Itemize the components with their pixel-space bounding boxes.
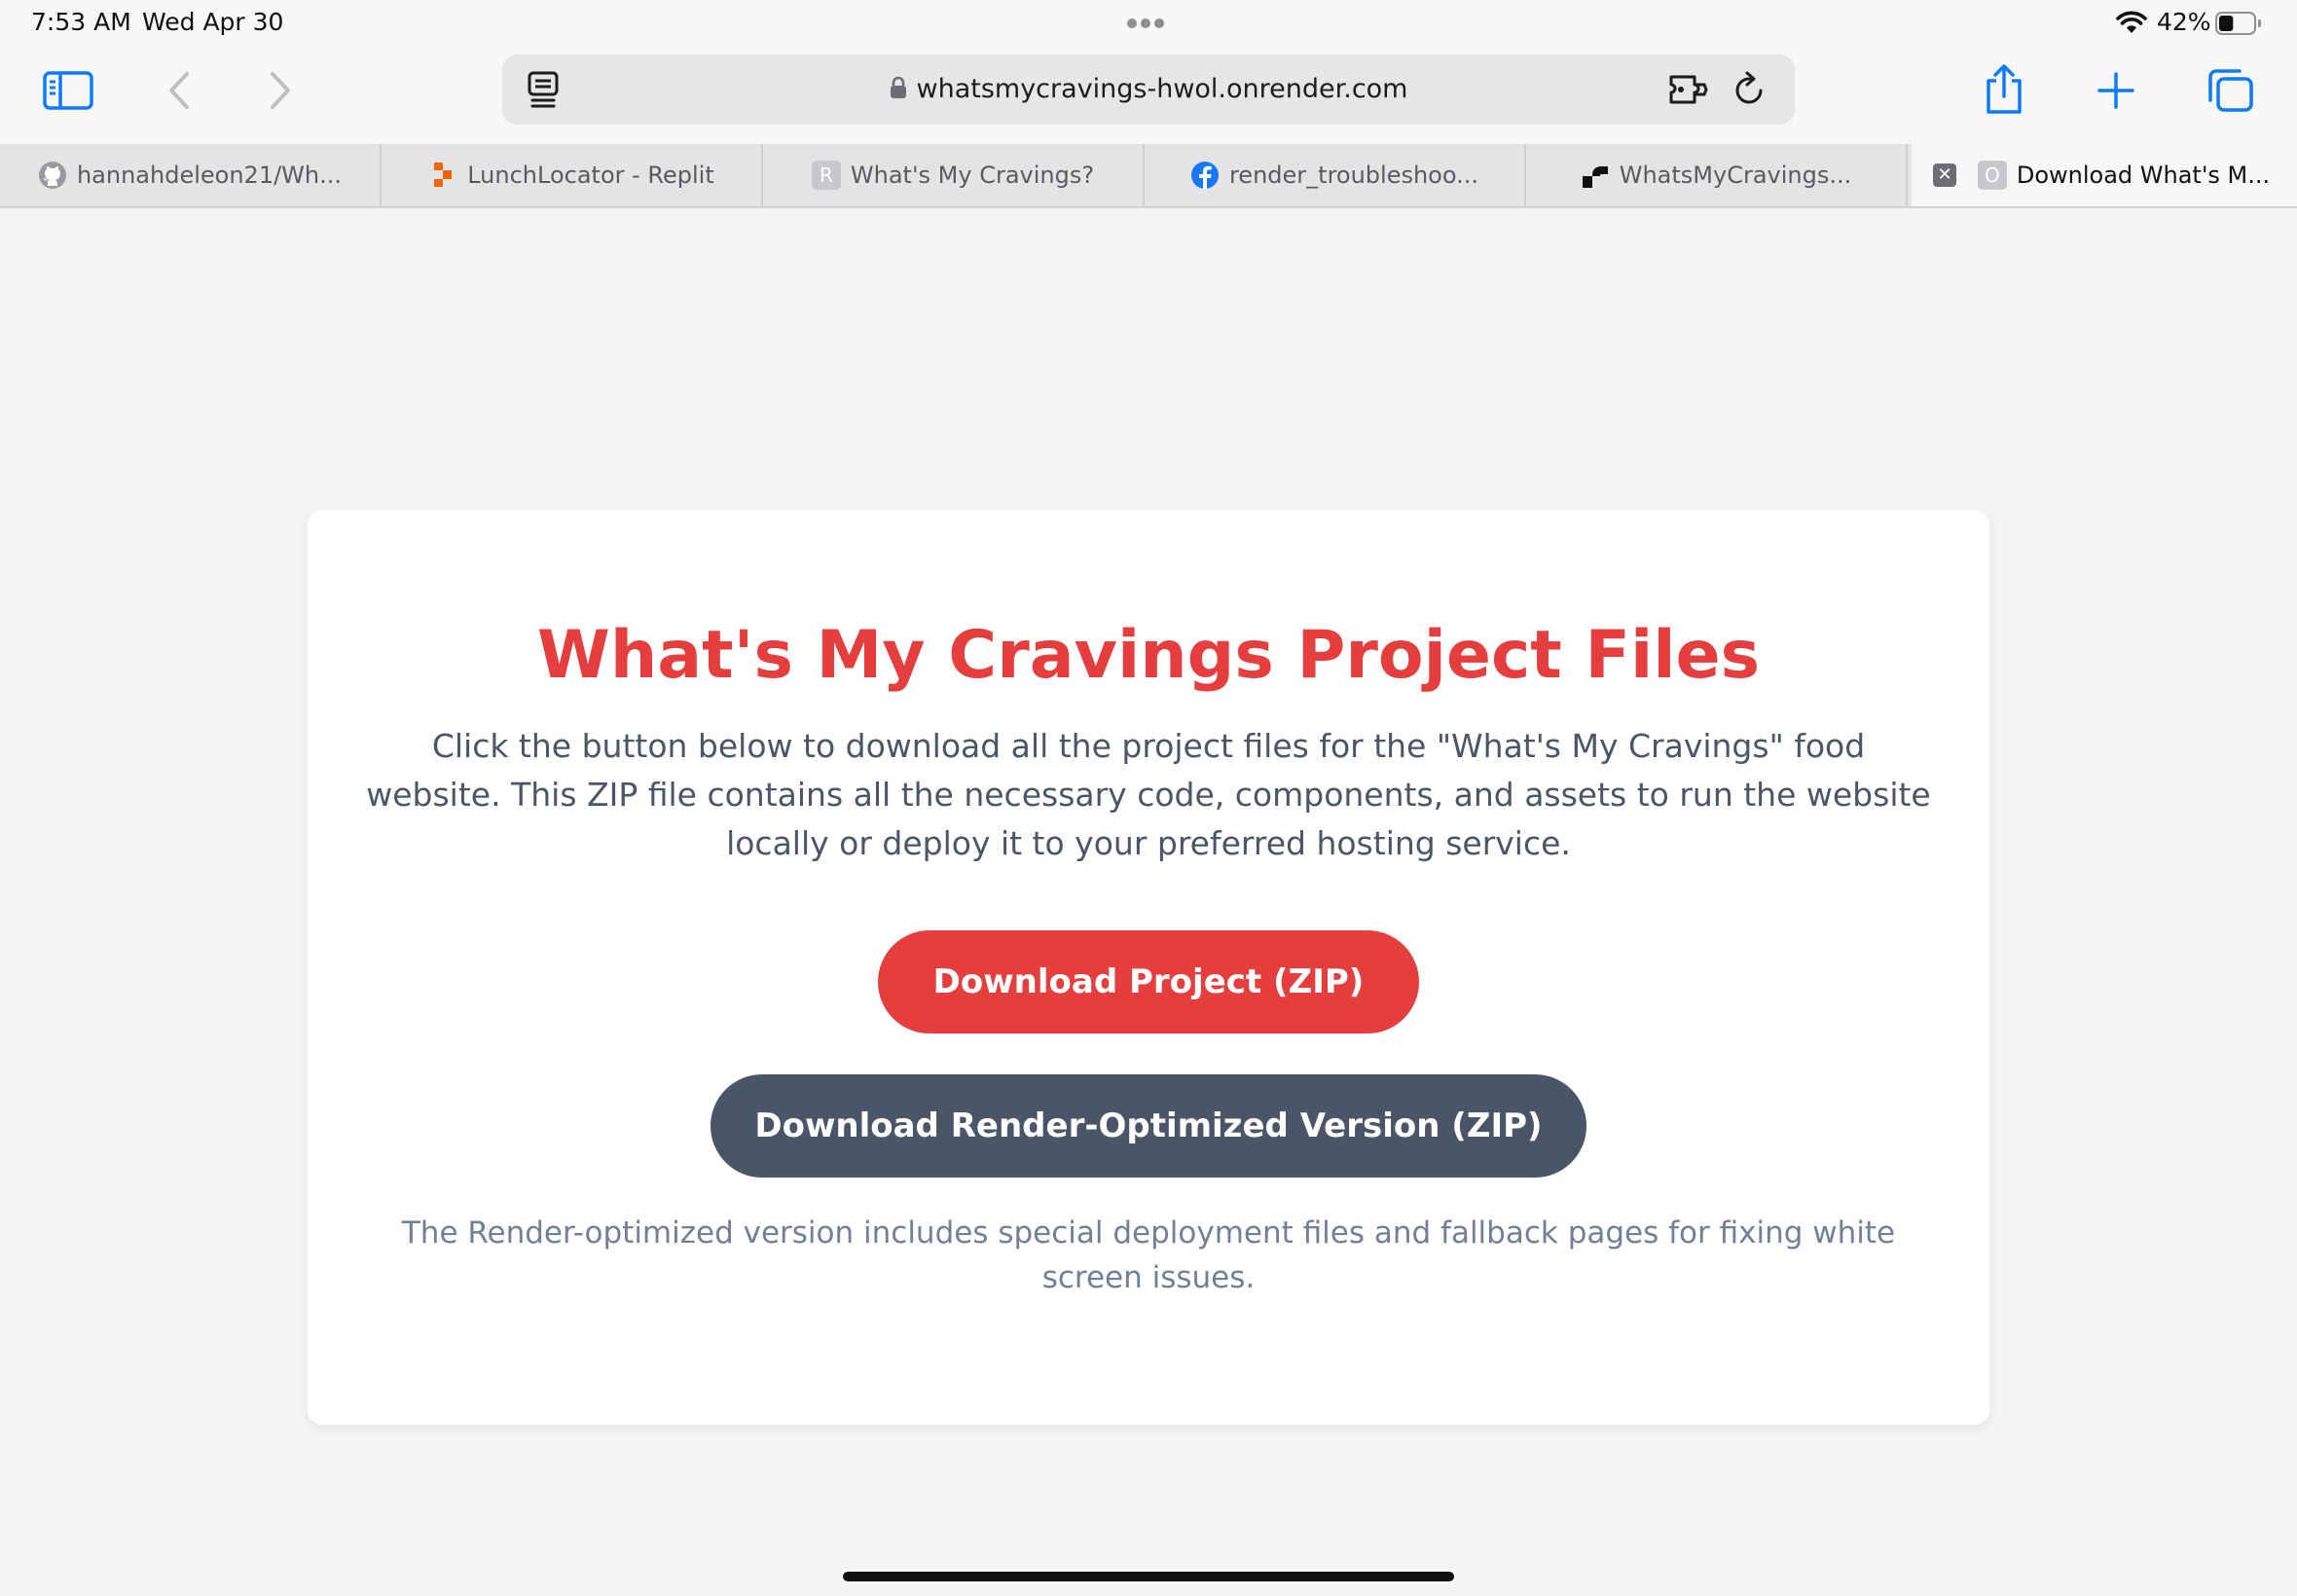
new-tab-icon[interactable] bbox=[2095, 66, 2137, 115]
url-text: whatsmycravings-hwol.onrender.com bbox=[916, 74, 1408, 104]
tab-render[interactable]: WhatsMyCravings... bbox=[1526, 144, 1908, 206]
status-date: Wed Apr 30 bbox=[142, 8, 284, 36]
tab-label: hannahdeleon21/Wh... bbox=[76, 162, 343, 189]
lock-icon bbox=[890, 76, 907, 106]
tab-github[interactable]: hannahdeleon21/Wh... bbox=[0, 144, 382, 206]
multitasking-dots-icon[interactable] bbox=[1127, 14, 1170, 28]
close-tab-icon[interactable]: ✕ bbox=[1933, 163, 1956, 187]
letter-o-icon: O bbox=[1977, 161, 2007, 190]
download-card: What's My Cravings Project Files Click t… bbox=[308, 510, 1989, 1425]
tab-strip: hannahdeleon21/Wh... LunchLocator - Repl… bbox=[0, 144, 2297, 208]
tabs-overview-icon[interactable] bbox=[2204, 64, 2258, 117]
tab-label: render_troubleshoo... bbox=[1228, 162, 1479, 189]
back-icon[interactable] bbox=[160, 66, 199, 115]
facebook-icon bbox=[1190, 161, 1220, 190]
url-display[interactable]: whatsmycravings-hwol.onrender.com bbox=[502, 74, 1795, 106]
render-note: The Render-optimized version includes sp… bbox=[401, 1215, 1896, 1295]
share-icon[interactable] bbox=[1980, 60, 2028, 119]
github-icon bbox=[38, 161, 67, 190]
battery-icon bbox=[2215, 12, 2262, 39]
tab-label: LunchLocator - Replit bbox=[467, 162, 714, 189]
tab-label: What's My Cravings? bbox=[850, 162, 1095, 189]
sidebar-icon[interactable] bbox=[39, 66, 97, 115]
tab-facebook[interactable]: render_troubleshoo... bbox=[1145, 144, 1526, 206]
address-bar[interactable]: whatsmycravings-hwol.onrender.com bbox=[502, 54, 1795, 125]
tab-whats-my-cravings[interactable]: R What's My Cravings? bbox=[763, 144, 1145, 206]
extensions-icon[interactable] bbox=[1666, 70, 1711, 109]
home-indicator[interactable] bbox=[843, 1572, 1454, 1581]
letter-r-icon: R bbox=[811, 161, 841, 190]
tab-download-active[interactable]: ✕ O Download What's M... bbox=[1912, 144, 2297, 206]
tab-label: WhatsMyCravings... bbox=[1619, 162, 1852, 189]
forward-icon[interactable] bbox=[261, 66, 300, 115]
replit-icon bbox=[428, 161, 457, 190]
favicon-letter: R bbox=[819, 163, 833, 187]
download-render-optimized-button[interactable]: Download Render-Optimized Version (ZIP) bbox=[711, 1074, 1586, 1178]
download-project-button[interactable]: Download Project (ZIP) bbox=[878, 930, 1419, 1034]
status-time: 7:53 AM bbox=[31, 8, 131, 36]
render-icon bbox=[1581, 161, 1610, 190]
status-bar: 7:53 AM Wed Apr 30 42% bbox=[0, 0, 2297, 47]
reload-icon[interactable] bbox=[1731, 70, 1769, 109]
page-title: What's My Cravings Project Files bbox=[536, 617, 1761, 694]
battery-percent: 42% bbox=[2157, 8, 2211, 36]
browser-toolbar: whatsmycravings-hwol.onrender.com bbox=[0, 47, 2297, 144]
tab-replit[interactable]: LunchLocator - Replit bbox=[382, 144, 763, 206]
tab-label: Download What's M... bbox=[2016, 162, 2271, 189]
favicon-letter: O bbox=[1984, 163, 2000, 187]
page-description: Click the button below to download all t… bbox=[366, 727, 1931, 862]
wifi-icon bbox=[2116, 10, 2147, 39]
